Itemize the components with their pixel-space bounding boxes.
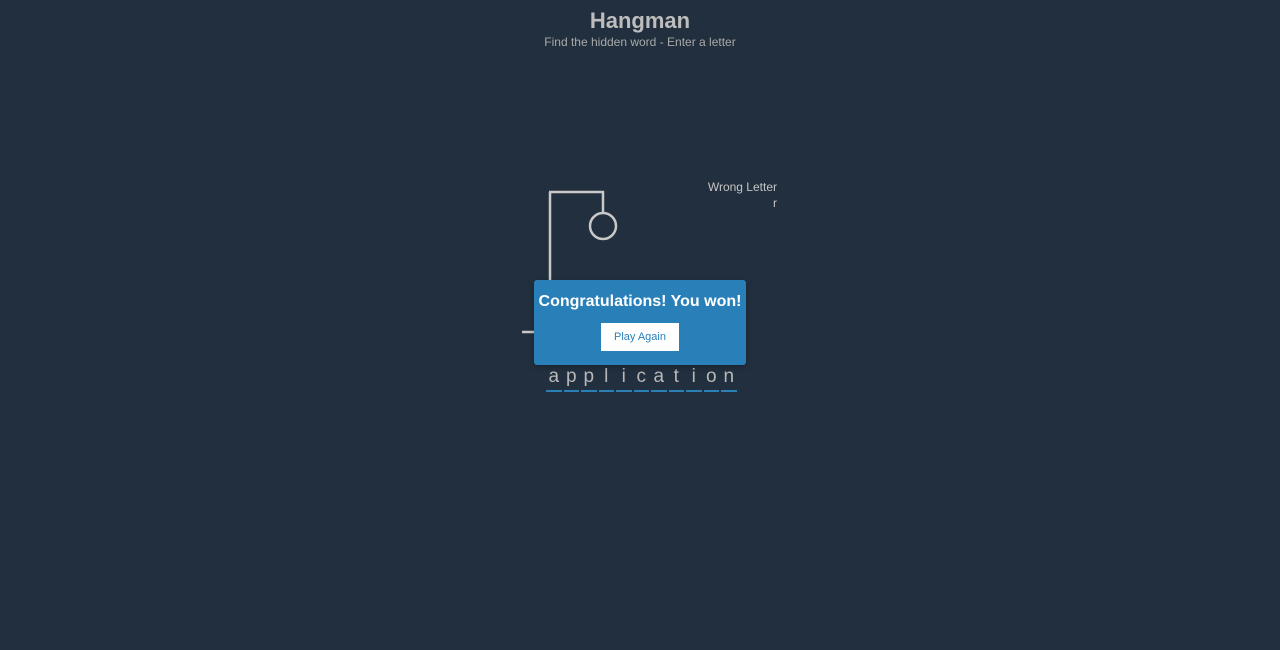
word-letter: c bbox=[633, 366, 649, 392]
wrong-letters-panel: Wrong Letter r bbox=[708, 179, 777, 211]
word-letter: a bbox=[546, 366, 562, 392]
play-again-button[interactable]: Play Again bbox=[601, 323, 679, 351]
word-letter: i bbox=[686, 366, 702, 392]
figure-head bbox=[588, 211, 618, 241]
word-letter: l bbox=[598, 366, 614, 392]
page-title: Hangman bbox=[589, 8, 691, 33]
wrong-letters-list: r bbox=[773, 196, 777, 210]
game-page: Hangman Find the hidden word - Enter a l… bbox=[0, 0, 1280, 650]
win-message: Congratulations! You won! bbox=[538, 293, 742, 310]
word-letter: o bbox=[703, 366, 719, 392]
hidden-word: a p p l i c a t i o n bbox=[546, 366, 739, 392]
word-letter: n bbox=[721, 366, 737, 392]
wrong-letters-label: Wrong Letter bbox=[707, 180, 777, 194]
word-letter: p bbox=[581, 366, 597, 392]
word-letter: p bbox=[563, 366, 579, 392]
page-subtitle: Find the hidden word - Enter a letter bbox=[544, 35, 736, 49]
word-letter: t bbox=[668, 366, 684, 392]
header: Hangman Find the hidden word - Enter a l… bbox=[0, 8, 1280, 50]
win-popup: Congratulations! You won! Play Again bbox=[534, 280, 746, 365]
word-letter: a bbox=[651, 366, 667, 392]
word-letter: i bbox=[616, 366, 632, 392]
